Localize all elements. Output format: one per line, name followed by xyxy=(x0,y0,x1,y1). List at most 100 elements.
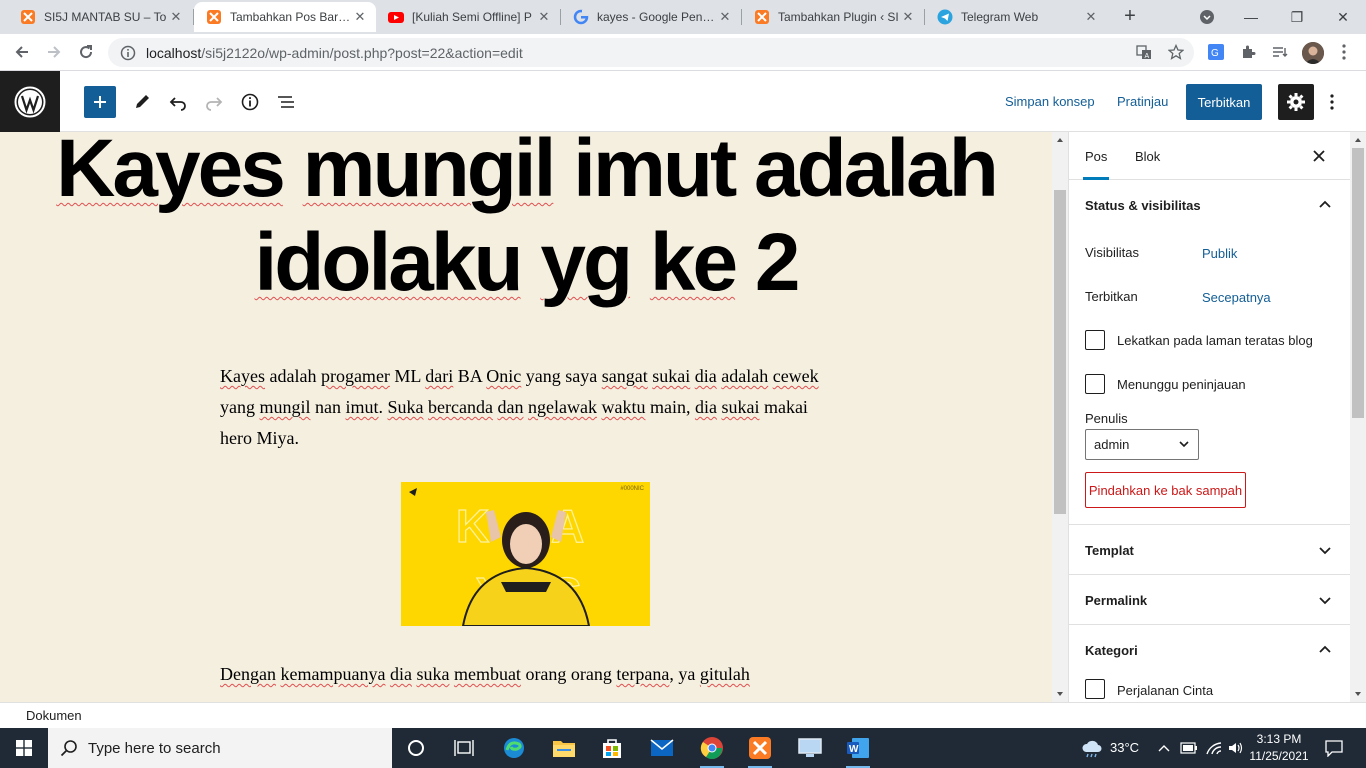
minimize-button[interactable]: — xyxy=(1228,0,1274,34)
misspelled-word: sukai xyxy=(721,397,760,417)
close-tab-icon[interactable]: ✕ xyxy=(536,9,552,25)
reload-button[interactable] xyxy=(74,40,98,64)
taskbar-mail[interactable] xyxy=(638,728,686,768)
taskbar-edge[interactable] xyxy=(490,728,538,768)
browser-tab-2[interactable]: Tambahkan Pos Baru ‹ ✕ xyxy=(194,2,376,32)
taskbar-clock[interactable]: 3:13 PM 11/25/2021 xyxy=(1246,731,1312,765)
extensions-puzzle-icon[interactable] xyxy=(1238,42,1258,62)
close-sidebar-button[interactable] xyxy=(1307,144,1331,168)
chevron-up-icon[interactable] xyxy=(1158,743,1170,753)
author-select[interactable]: admin xyxy=(1085,429,1199,460)
volume-icon[interactable] xyxy=(1228,741,1244,755)
category-checkbox-label[interactable]: Perjalanan Cinta xyxy=(1117,683,1213,698)
taskbar-xampp[interactable] xyxy=(736,728,784,768)
close-tab-icon[interactable]: ✕ xyxy=(352,9,368,25)
undo-button[interactable] xyxy=(162,86,194,118)
browser-menu-icon[interactable] xyxy=(1334,42,1354,62)
start-button[interactable] xyxy=(0,728,48,768)
wifi-icon[interactable] xyxy=(1205,741,1223,755)
new-tab-button[interactable]: + xyxy=(1118,5,1142,29)
category-checkbox[interactable] xyxy=(1085,679,1105,699)
add-block-button[interactable] xyxy=(84,86,116,118)
move-to-trash-button[interactable]: Pindahkan ke bak sampah xyxy=(1085,472,1246,508)
status-visibility-panel-toggle[interactable]: Status & visibilitas xyxy=(1069,180,1350,230)
list-view-button[interactable] xyxy=(270,86,302,118)
pending-review-checkbox[interactable] xyxy=(1085,374,1105,394)
info-icon[interactable] xyxy=(120,45,136,61)
taskbar-search-input[interactable]: Type here to search xyxy=(48,728,392,768)
close-window-button[interactable]: ✕ xyxy=(1320,0,1366,34)
scroll-up-icon[interactable] xyxy=(1350,135,1366,145)
permalink-panel-toggle[interactable]: Permalink xyxy=(1069,575,1350,625)
sidebar-scroll-thumb[interactable] xyxy=(1352,148,1364,418)
close-tab-icon[interactable]: ✕ xyxy=(900,9,916,25)
editor-scroll-thumb[interactable] xyxy=(1054,190,1066,514)
browser-tab-5[interactable]: Tambahkan Plugin ‹ SI ✕ xyxy=(742,2,924,32)
weather-temperature[interactable]: 33°C xyxy=(1110,740,1139,755)
taskbar-remote-desktop[interactable] xyxy=(786,728,834,768)
tab-block[interactable]: Blok xyxy=(1135,132,1160,180)
close-tab-icon[interactable]: ✕ xyxy=(1083,9,1099,25)
battery-icon[interactable] xyxy=(1180,742,1198,754)
translate-icon[interactable]: A xyxy=(1134,42,1154,62)
options-button[interactable] xyxy=(1322,84,1342,120)
paragraph-text: yang saya xyxy=(521,366,602,386)
misspelled-word: cewek xyxy=(772,366,819,386)
address-bar[interactable]: localhost/si5j2122o/wp-admin/post.php?po… xyxy=(108,38,1194,67)
browser-tab-6[interactable]: Telegram Web ✕ xyxy=(925,2,1107,32)
sticky-checkbox-label[interactable]: Lekatkan pada laman teratas blog xyxy=(1117,333,1313,348)
restore-button[interactable]: ❐ xyxy=(1274,0,1320,34)
close-tab-icon[interactable]: ✕ xyxy=(168,9,184,25)
pending-review-label[interactable]: Menunggu peninjauan xyxy=(1117,377,1246,392)
plus-icon xyxy=(94,96,106,108)
browser-tab-3[interactable]: [Kuliah Semi Offline] P ✕ xyxy=(376,2,560,32)
weather-cloud-icon[interactable] xyxy=(1080,738,1104,758)
tab-search-button[interactable] xyxy=(1184,0,1230,34)
close-tab-icon[interactable]: ✕ xyxy=(717,9,733,25)
paragraph-block[interactable]: Kayes adalah progamer ML dari BA Onic ya… xyxy=(220,361,832,454)
browser-tab-1[interactable]: SI5J MANTAB SU – To ✕ xyxy=(8,2,192,32)
publish-button[interactable]: Terbitkan xyxy=(1186,84,1262,120)
taskbar-word[interactable]: W xyxy=(834,728,882,768)
tab-post[interactable]: Pos xyxy=(1082,132,1110,180)
sticky-checkbox[interactable] xyxy=(1085,330,1105,350)
wordpress-logo-button[interactable] xyxy=(0,71,60,132)
redo-button[interactable] xyxy=(198,86,230,118)
taskbar-store[interactable] xyxy=(588,728,636,768)
paragraph-block[interactable]: Dengan kemampuanya dia suka membuat oran… xyxy=(220,659,832,690)
google-translate-extension-icon[interactable]: G xyxy=(1206,42,1226,62)
taskbar-file-explorer[interactable] xyxy=(540,728,588,768)
cortana-button[interactable] xyxy=(392,728,440,768)
scroll-down-icon[interactable] xyxy=(1052,689,1068,699)
preview-button[interactable]: Pratinjau xyxy=(1117,94,1168,109)
image-block[interactable]: K A Y S #000NIC xyxy=(401,482,650,626)
template-panel-toggle[interactable]: Templat xyxy=(1069,525,1350,575)
back-button[interactable] xyxy=(10,40,34,64)
scroll-down-icon[interactable] xyxy=(1350,689,1366,699)
telegram-icon xyxy=(937,9,953,25)
publish-date-toggle[interactable]: Secepatnya xyxy=(1202,290,1271,305)
task-view-button[interactable] xyxy=(440,728,488,768)
tools-button[interactable] xyxy=(126,86,158,118)
notification-center-icon[interactable] xyxy=(1324,739,1344,757)
browser-tab-4[interactable]: kayes - Google Penelu ✕ xyxy=(561,2,741,32)
post-title[interactable]: Kayes mungil imut adalah idolaku yg ke 2 xyxy=(0,132,1052,310)
clock-time: 3:13 PM xyxy=(1256,732,1302,746)
editor-canvas: Kayes mungil imut adalah idolaku yg ke 2… xyxy=(0,132,1052,702)
profile-avatar[interactable] xyxy=(1302,42,1324,64)
taskbar-chrome[interactable] xyxy=(688,728,736,768)
settings-button[interactable] xyxy=(1278,84,1314,120)
visibility-toggle[interactable]: Publik xyxy=(1202,246,1237,261)
reading-list-icon[interactable] xyxy=(1270,42,1290,62)
category-panel-toggle[interactable]: Kategori xyxy=(1069,625,1350,675)
list-view-icon xyxy=(278,96,294,108)
paragraph-text: nan xyxy=(310,397,346,417)
details-button[interactable] xyxy=(234,86,266,118)
bookmark-star-icon[interactable] xyxy=(1166,42,1186,62)
save-draft-button[interactable]: Simpan konsep xyxy=(1005,94,1095,109)
scroll-up-icon[interactable] xyxy=(1052,135,1068,145)
misspelled-word: mungil xyxy=(259,397,311,417)
breadcrumb[interactable]: Dokumen xyxy=(26,708,82,723)
forward-button[interactable] xyxy=(42,40,66,64)
misspelled-word: kemampuanya xyxy=(280,664,386,684)
